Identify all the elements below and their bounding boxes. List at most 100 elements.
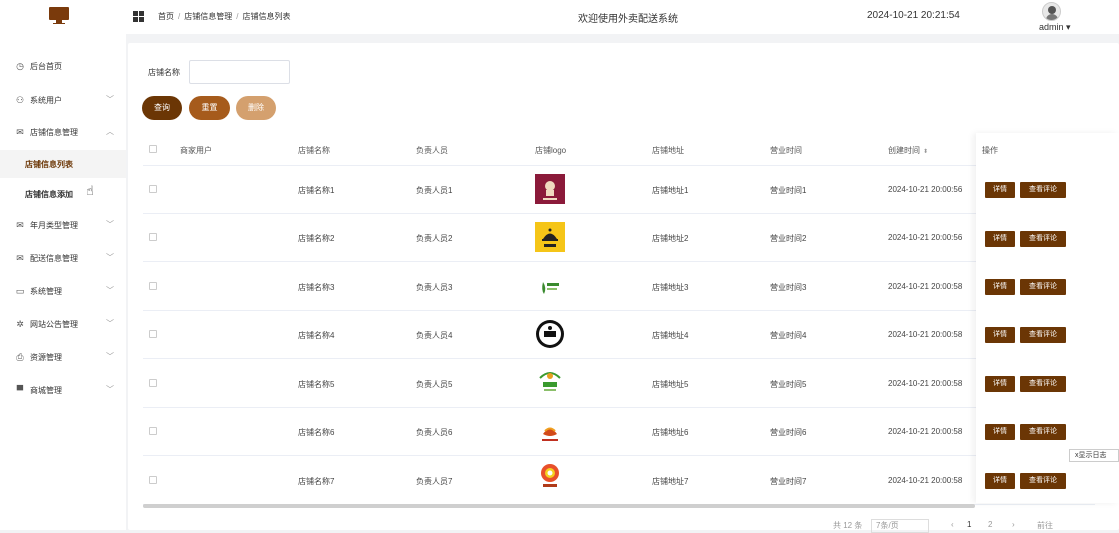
table-row: 店铺名称3 负责人员3 店铺地址3 营业时间3 2024-10-21 20:00:58 (143, 263, 1095, 311)
column-header: 操作 (982, 146, 998, 155)
current-datetime: 2024-10-21 20:21:54 (867, 10, 960, 21)
sidebar-item-label: 配送信息管理 (30, 254, 78, 263)
shop-logo-image[interactable] (535, 461, 565, 491)
hand-cursor-icon: ☝ (86, 183, 94, 198)
column-header-sortable[interactable]: 创建时间 ⬍ (888, 145, 928, 156)
shop-logo-image[interactable] (535, 319, 565, 349)
table-row: 店铺名称2 负责人员2 店铺地址2 营业时间2 2024-10-21 20:00:56 (143, 214, 1095, 262)
shop-name-input[interactable] (189, 60, 290, 84)
cell-address: 店铺地址7 (652, 477, 689, 486)
sidebar-item-announcements[interactable]: ✲ 网站公告管理 ﹀ (0, 310, 126, 338)
sidebar-item-label: 系统用户 (30, 96, 62, 105)
sidebar-item-delivery[interactable]: ✉ 配送信息管理 ﹀ (0, 244, 126, 272)
cell-hours: 营业时间5 (770, 380, 807, 389)
mail-icon: ✉ (16, 253, 24, 263)
row-checkbox[interactable] (149, 427, 157, 435)
page-1[interactable]: 1 (967, 520, 971, 529)
shop-logo-image[interactable] (535, 272, 565, 302)
row-checkbox[interactable] (149, 233, 157, 241)
view-reviews-button[interactable]: 查看评论 (1020, 231, 1066, 247)
shop-logo-image[interactable] (535, 222, 565, 252)
chevron-up-icon: ︿ (106, 127, 114, 136)
view-reviews-button[interactable]: 查看评论 (1020, 473, 1066, 489)
sidebar-item-label: 店铺信息管理 (30, 128, 78, 137)
avatar[interactable] (1042, 2, 1061, 21)
row-checkbox[interactable] (149, 379, 157, 387)
shop-name-label: 店铺名称 (148, 68, 180, 77)
shop-logo-image[interactable] (535, 366, 565, 396)
sidebar-subitem-shop-add[interactable]: 店铺信息添加 (0, 180, 126, 208)
breadcrumb-shop-management[interactable]: 店铺信息管理 (184, 12, 232, 21)
prev-page-icon[interactable]: ‹ (951, 520, 954, 529)
sidebar-item-label: 资源管理 (30, 353, 62, 362)
cell-address: 店铺地址2 (652, 234, 689, 243)
view-reviews-button[interactable]: 查看评论 (1020, 376, 1066, 392)
sidebar-item-mall[interactable]: ▀ 商城管理 ﹀ (0, 376, 126, 404)
pagination-total: 共 12 条 (833, 521, 863, 530)
cell-address: 店铺地址3 (652, 283, 689, 292)
column-header: 负责人员 (416, 146, 448, 155)
sidebar-item-system[interactable]: ▭ 系统管理 ﹀ (0, 277, 126, 305)
query-button[interactable]: 查询 (142, 96, 182, 120)
cell-address: 店铺地址5 (652, 380, 689, 389)
breadcrumb-home[interactable]: 首页 (158, 12, 174, 21)
sidebar-item-dashboard[interactable]: ◷ 后台首页 (0, 52, 126, 80)
select-all-checkbox[interactable] (149, 145, 157, 153)
detail-button[interactable]: 详情 (985, 473, 1015, 489)
row-checkbox[interactable] (149, 282, 157, 290)
column-header: 店铺地址 (652, 146, 684, 155)
cell-manager: 负责人员2 (416, 234, 453, 243)
detail-button[interactable]: 详情 (985, 376, 1015, 392)
goto-label: 前往 (1037, 521, 1053, 530)
sidebar-item-shop-management[interactable]: ✉ 店铺信息管理 ︿ (0, 118, 126, 146)
horizontal-scrollbar[interactable] (143, 504, 975, 508)
sort-icon[interactable]: ⬍ (923, 149, 928, 155)
row-checkbox[interactable] (149, 476, 157, 484)
cell-hours: 营业时间6 (770, 428, 807, 437)
sidebar-item-system-users[interactable]: ⚇ 系统用户 ﹀ (0, 86, 126, 114)
shop-logo-image[interactable] (535, 418, 565, 448)
show-log-tag[interactable]: x显示日志 (1069, 449, 1119, 462)
detail-button[interactable]: 详情 (985, 182, 1015, 198)
cell-manager: 负责人员3 (416, 283, 453, 292)
detail-button[interactable]: 详情 (985, 279, 1015, 295)
delete-button[interactable]: 删除 (236, 96, 276, 120)
cell-manager: 负责人员7 (416, 477, 453, 486)
menu-grid-icon[interactable] (133, 11, 144, 22)
cell-shop-name: 店铺名称5 (298, 380, 335, 389)
page-2[interactable]: 2 (988, 520, 992, 529)
sidebar-subitem-label: 店铺信息列表 (25, 160, 73, 169)
cell-created-time: 2024-10-21 20:00:58 (888, 330, 963, 339)
user-menu[interactable]: admin ▾ (1039, 22, 1071, 33)
cell-manager: 负责人员5 (416, 380, 453, 389)
detail-button[interactable]: 详情 (985, 424, 1015, 440)
page-size-select[interactable]: 7条/页 (871, 519, 929, 533)
row-checkbox[interactable] (149, 330, 157, 338)
scrollbar-thumb[interactable] (143, 504, 975, 508)
column-header: 店铺名称 (298, 146, 330, 155)
cell-shop-name: 店铺名称1 (298, 186, 335, 195)
view-reviews-button[interactable]: 查看评论 (1020, 424, 1066, 440)
chevron-down-icon: ▾ (1066, 22, 1071, 32)
detail-button[interactable]: 详情 (985, 231, 1015, 247)
chevron-down-icon: ﹀ (106, 95, 114, 104)
sidebar-item-year-month-type[interactable]: ✉ 年月类型管理 ﹀ (0, 211, 126, 239)
view-reviews-button[interactable]: 查看评论 (1020, 279, 1066, 295)
detail-button[interactable]: 详情 (985, 327, 1015, 343)
cell-hours: 营业时间1 (770, 186, 807, 195)
view-reviews-button[interactable]: 查看评论 (1020, 327, 1066, 343)
chevron-down-icon: ﹀ (106, 352, 114, 361)
cell-created-time: 2024-10-21 20:00:56 (888, 185, 963, 194)
view-reviews-button[interactable]: 查看评论 (1020, 182, 1066, 198)
column-header-label: 创建时间 (888, 146, 920, 155)
column-header: 商家用户 (180, 146, 212, 155)
reset-button[interactable]: 重置 (189, 96, 230, 120)
row-checkbox[interactable] (149, 185, 157, 193)
printer-icon: ⎙ (16, 352, 24, 362)
table-row: 店铺名称7 负责人员7 店铺地址7 营业时间7 2024-10-21 20:00:58 (143, 457, 1095, 505)
next-page-icon[interactable]: › (1012, 520, 1015, 529)
sidebar-item-resources[interactable]: ⎙ 资源管理 ﹀ (0, 343, 126, 371)
cell-hours: 营业时间4 (770, 331, 807, 340)
shop-logo-image[interactable] (535, 174, 565, 204)
sidebar-subitem-shop-list[interactable]: 店铺信息列表 (0, 150, 126, 178)
